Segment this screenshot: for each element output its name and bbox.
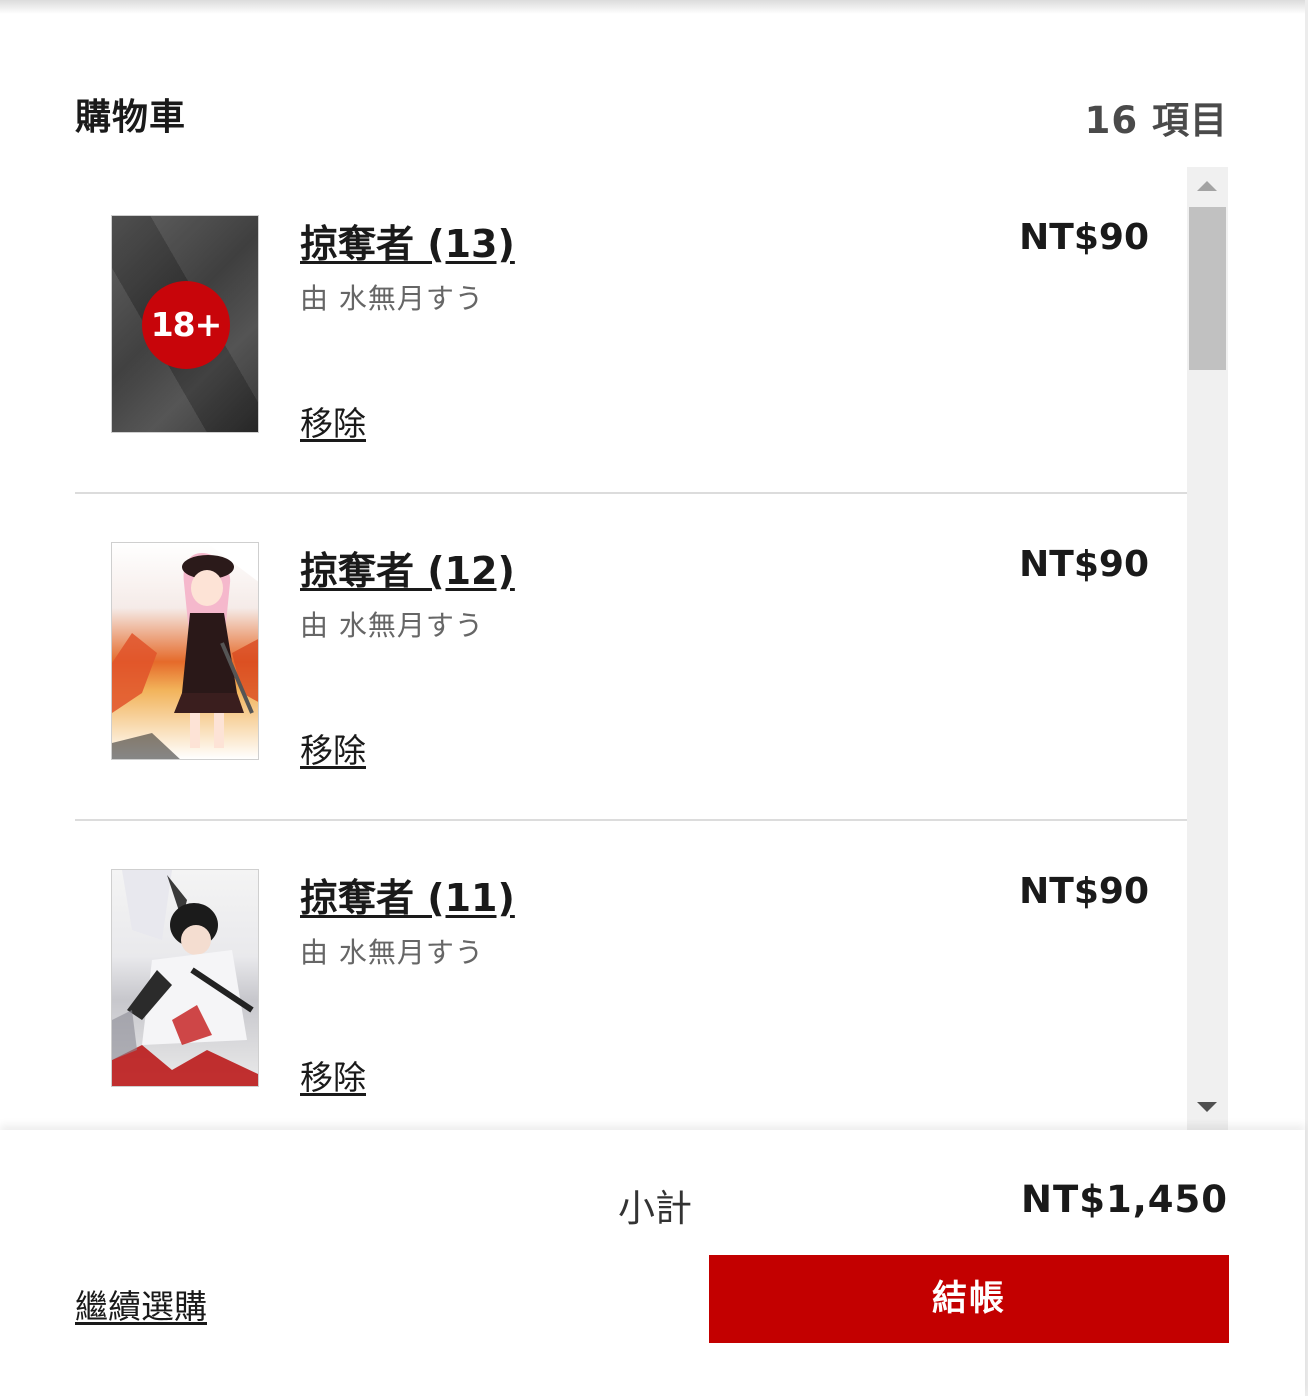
item-title-link[interactable]: 掠奪者 (11) <box>300 867 515 922</box>
top-shadow <box>0 0 1308 14</box>
manga-cover-art <box>112 543 258 759</box>
subtotal-label: 小計 <box>618 1187 692 1230</box>
item-title-link[interactable]: 掠奪者 (12) <box>300 540 515 595</box>
item-title-link[interactable]: 掠奪者 (13) <box>300 213 515 268</box>
item-price: NT$90 <box>1019 217 1149 258</box>
item-author: 由 水無月すう <box>300 282 484 315</box>
book-cover-image[interactable]: 18+ <box>111 215 259 433</box>
remove-item-link[interactable]: 移除 <box>300 397 366 445</box>
cart-title: 購物車 <box>75 97 187 138</box>
book-cover-image[interactable] <box>111 869 259 1087</box>
item-author: 由 水無月すう <box>300 936 484 969</box>
subtotal-value: NT$1,450 <box>1021 1178 1228 1221</box>
item-price: NT$90 <box>1019 871 1149 912</box>
cart-header: 購物車 16 項目 <box>75 84 1228 142</box>
cart-item: 18+ 掠奪者 (13) 由 水無月すう 移除 NT$90 <box>75 167 1187 494</box>
adult-content-badge: 18+ <box>142 281 230 369</box>
book-cover-image[interactable] <box>111 542 259 760</box>
cart-footer: 小計 NT$1,450 繼續選購 結帳 <box>0 1130 1305 1396</box>
remove-item-link[interactable]: 移除 <box>300 1051 366 1099</box>
remove-item-link[interactable]: 移除 <box>300 724 366 772</box>
cart-item: 掠奪者 (12) 由 水無月すう 移除 NT$90 <box>75 494 1187 821</box>
item-count: 16 項目 <box>1084 99 1228 142</box>
manga-cover-art <box>112 870 258 1086</box>
cart-item-list[interactable]: 18+ 掠奪者 (13) 由 水無月すう 移除 NT$90 掠奪者 (12) 由… <box>75 167 1187 1130</box>
item-author: 由 水無月すう <box>300 609 484 642</box>
scrollbar-thumb[interactable] <box>1189 207 1226 370</box>
item-price: NT$90 <box>1019 544 1149 585</box>
checkout-button[interactable]: 結帳 <box>709 1255 1229 1343</box>
cart-item: 掠奪者 (11) 由 水無月すう 移除 NT$90 <box>75 821 1187 1130</box>
continue-shopping-link[interactable]: 繼續選購 <box>75 1280 207 1328</box>
triangle-down-icon[interactable] <box>1197 1102 1217 1112</box>
list-scrollbar[interactable] <box>1187 167 1228 1130</box>
triangle-up-icon[interactable] <box>1197 181 1217 191</box>
